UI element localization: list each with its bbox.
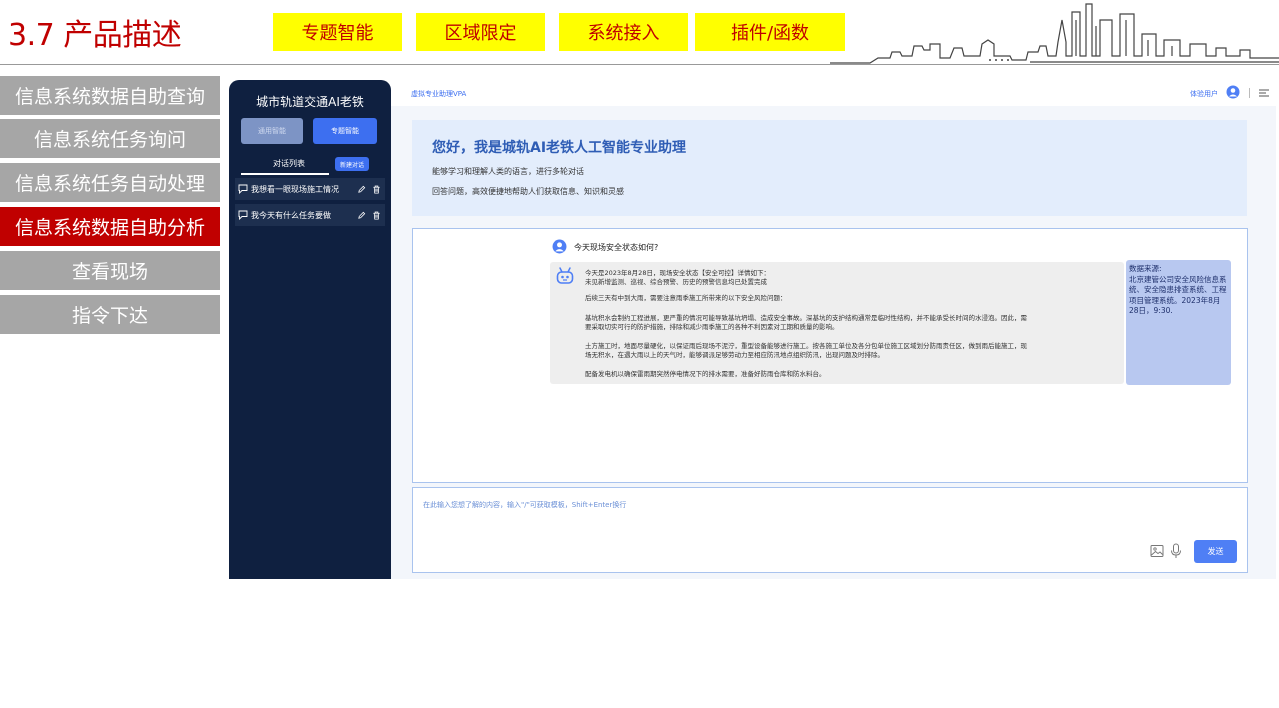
delete-icon[interactable] xyxy=(372,185,381,194)
chat-panel[interactable]: 今天现场安全状态如何? 今天是2023年8月28日，现场安全状态【安全可控】详情… xyxy=(412,228,1248,483)
answer-line: 场无积水，在遇大雨以上的天气时，能够调派足够劳动力至相应防汛地点组织防汛，出现问… xyxy=(585,351,884,359)
tag-region-limited: 区域限定 xyxy=(416,13,545,51)
welcome-line: 回答问题，高效便捷地帮助人们获取信息、知识和灵感 xyxy=(432,187,624,196)
robot-icon xyxy=(556,267,574,284)
user-question: 今天现场安全状态如何? xyxy=(574,243,659,252)
conversation-title: 我今天有什么任务要做 xyxy=(251,210,331,220)
edit-icon[interactable] xyxy=(357,185,366,194)
general-mode-button[interactable]: 通用智能 xyxy=(241,118,303,144)
data-source-note: 数据来源: 北京建管公司安全风险信息系统、安全隐患排查系统、工程项目管理系统。2… xyxy=(1126,260,1231,385)
conversation-item[interactable]: 我今天有什么任务要做 xyxy=(235,204,385,226)
menu-item-view-site[interactable]: 查看现场 xyxy=(0,251,220,290)
assistant-answer: 今天是2023年8月28日，现场安全状态【安全可控】详情如下： 未见新增监测、巡… xyxy=(550,262,1124,384)
input-panel[interactable]: 在此输入您想了解的内容，输入"/"可获取模板，Shift+Enter换行 发送 xyxy=(412,487,1248,573)
menu-item-task-inquiry[interactable]: 信息系统任务询问 xyxy=(0,119,220,158)
welcome-card: 您好，我是城轨AI老铁人工智能专业助理 能够学习和理解人类的语言，进行多轮对话 … xyxy=(412,120,1247,216)
app-title: 城市轨道交通AI老铁 xyxy=(256,95,364,109)
microphone-icon[interactable] xyxy=(1169,543,1183,559)
conversation-title: 我想看一眼现场施工情况 xyxy=(251,184,339,194)
menu-item-data-analysis[interactable]: 信息系统数据自助分析 xyxy=(0,207,220,246)
answer-line: 要采取切实可行的防护措施，排除和减少雨季施工的各种不利因素对工期和质量的影响。 xyxy=(585,323,839,331)
header-divider xyxy=(0,64,1279,65)
user-name[interactable]: 体验用户 xyxy=(1190,89,1218,99)
menu-item-issue-command[interactable]: 指令下达 xyxy=(0,295,220,334)
vpa-label: 虚拟专业助理VPA xyxy=(411,90,467,98)
tag-system-access: 系统接入 xyxy=(559,13,688,51)
app-topbar: 虚拟专业助理VPA 体验用户 xyxy=(391,80,1276,106)
answer-line: 配备发电机以确保雷雨期突然停电情况下的排水需要，准备好防雨仓库和防水料台。 xyxy=(585,370,826,378)
user-avatar-icon[interactable] xyxy=(1226,85,1240,99)
chat-input[interactable]: 在此输入您想了解的内容，输入"/"可获取模板，Shift+Enter换行 xyxy=(423,500,626,510)
send-button[interactable]: 发送 xyxy=(1194,540,1237,563)
conversation-list-title[interactable]: 对话列表 xyxy=(249,158,329,169)
answer-line: 后续三天有中到大雨，需要注意雨季施工所带来的以下安全风险问题： xyxy=(585,294,787,302)
welcome-line: 能够学习和理解人类的语言，进行多轮对话 xyxy=(432,167,584,176)
new-chat-button[interactable]: 新建对话 xyxy=(335,157,369,171)
topbar-separator xyxy=(1249,88,1250,98)
chat-bubble-icon xyxy=(235,184,251,194)
slide-title: 3.7 产品描述 xyxy=(8,18,182,53)
welcome-title: 您好，我是城轨AI老铁人工智能专业助理 xyxy=(432,140,687,156)
user-avatar-icon xyxy=(552,239,567,254)
answer-line: 未见新增监测、巡视、综合预警、历史的预警信息均已处置完成 xyxy=(585,278,767,286)
conversation-list-underline xyxy=(241,173,329,175)
tag-topic-intelligence: 专题智能 xyxy=(273,13,402,51)
edit-icon[interactable] xyxy=(357,211,366,220)
tag-plugin-function: 插件/函数 xyxy=(695,13,845,51)
delete-icon[interactable] xyxy=(372,211,381,220)
conversation-item[interactable]: 我想看一眼现场施工情况 xyxy=(235,178,385,200)
menu-item-data-query[interactable]: 信息系统数据自助查询 xyxy=(0,76,220,115)
city-skyline-icon xyxy=(830,3,1279,64)
menu-item-task-auto-process[interactable]: 信息系统任务自动处理 xyxy=(0,163,220,202)
chat-bubble-icon xyxy=(235,210,251,220)
slide: 3.7 产品描述 专题智能 区域限定 系统接入 插件/函数 信息系统数据自助查询… xyxy=(0,0,1279,708)
special-mode-button[interactable]: 专题智能 xyxy=(313,118,377,144)
app-sidebar: 城市轨道交通AI老铁 通用智能 专题智能 对话列表 新建对话 我想看一眼现场施工… xyxy=(229,80,391,579)
menu-icon[interactable] xyxy=(1258,87,1270,99)
image-upload-icon[interactable] xyxy=(1150,544,1164,558)
app-main: 虚拟专业助理VPA 体验用户 您好，我是城轨AI老铁人工智能专业助理 能够学习和… xyxy=(391,80,1276,579)
